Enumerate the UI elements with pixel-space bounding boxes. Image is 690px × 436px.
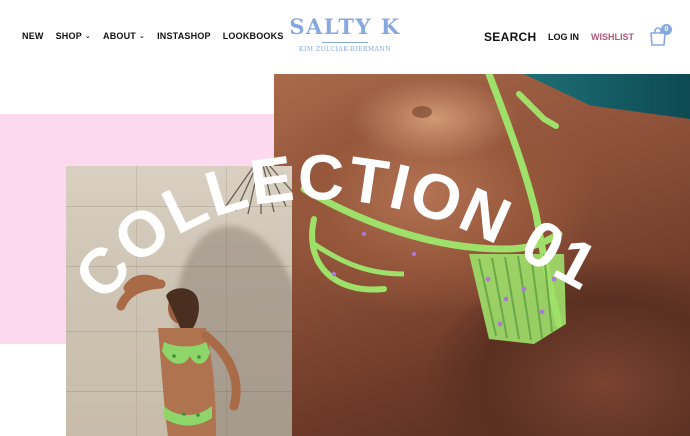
nav-label: ABOUT <box>103 31 136 41</box>
nav-label: INSTASHOP <box>157 31 211 41</box>
cart-button[interactable]: 0 <box>648 24 676 46</box>
nav-item-new[interactable]: NEW <box>22 31 44 41</box>
site-header: NEW SHOP ⌄ ABOUT ⌄ INSTASHOP LOOKBOOKS S… <box>0 0 690 74</box>
cart-count-badge: 0 <box>661 24 672 35</box>
hero-photo-closeup <box>274 74 690 436</box>
logo-subtitle: KIM ZOLCIAK-BIERMANN <box>299 46 391 53</box>
hero-banner[interactable]: COLLECTION 01 <box>0 74 690 436</box>
wishlist-link[interactable]: WISHLIST <box>591 32 634 42</box>
nav-item-shop[interactable]: SHOP ⌄ <box>56 31 91 41</box>
hero-photo-model <box>66 166 292 436</box>
chevron-down-icon: ⌄ <box>84 33 91 40</box>
main-nav: NEW SHOP ⌄ ABOUT ⌄ INSTASHOP LOOKBOOKS <box>22 31 296 41</box>
nav-label: NEW <box>22 31 44 41</box>
brand-logo[interactable]: SALTY K KIM ZOLCIAK-BIERMANN <box>289 14 401 53</box>
logo-divider <box>322 42 368 43</box>
logo-title: SALTY K <box>289 14 401 39</box>
chevron-down-icon: ⌄ <box>139 33 146 40</box>
nav-label: LOOKBOOKS <box>222 31 284 41</box>
nav-item-instashop[interactable]: INSTASHOP <box>157 31 211 41</box>
nav-label: SHOP <box>55 31 82 41</box>
login-link[interactable]: LOG IN <box>548 32 579 42</box>
model-figure <box>116 274 241 436</box>
search-link[interactable]: SEARCH <box>484 30 536 44</box>
bikini-top-graphic <box>300 74 566 344</box>
nav-item-about[interactable]: ABOUT ⌄ <box>103 31 145 41</box>
nav-item-lookbooks[interactable]: LOOKBOOKS <box>223 31 284 41</box>
